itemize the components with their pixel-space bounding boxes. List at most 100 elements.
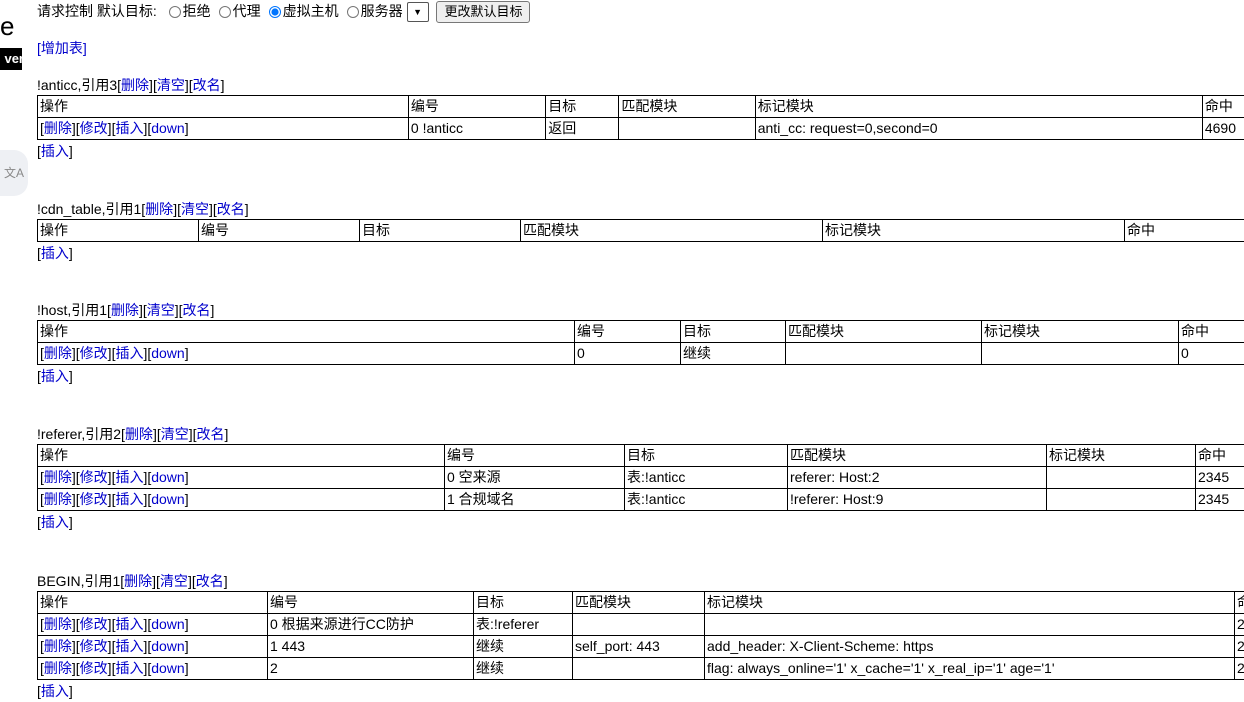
hits-cell: 4690: [1202, 118, 1244, 140]
column-header: 操作: [40, 323, 68, 339]
number-cell: 0 空来源: [445, 467, 625, 489]
delete-rule-link[interactable]: 删除: [44, 469, 72, 485]
column-header: 命中: [1181, 323, 1209, 339]
delete-table-link[interactable]: 删除: [111, 302, 139, 318]
header-cell: 标记模块: [755, 96, 1202, 118]
delete-table-link[interactable]: 删除: [125, 426, 153, 442]
table-ref-count: ,引用1: [102, 201, 142, 217]
target-radio-1[interactable]: [219, 6, 231, 18]
delete-rule-link[interactable]: 删除: [44, 491, 72, 507]
delete-rule-link[interactable]: 删除: [44, 638, 72, 654]
table-row: [删除][修改][插入][down]0 根据来源进行CC防护表:!referer…: [38, 614, 1244, 636]
delete-table-link[interactable]: 删除: [121, 77, 149, 93]
target-radio-2[interactable]: [269, 6, 281, 18]
rename-table-link[interactable]: 改名: [183, 302, 211, 318]
rule-hits: 2345: [1198, 469, 1229, 485]
rename-table-link[interactable]: 改名: [197, 426, 225, 442]
insert-rule-link[interactable]: 插入: [115, 469, 143, 485]
move-down-link[interactable]: down: [151, 491, 184, 507]
rule-match: !referer: Host:9: [790, 491, 883, 507]
translate-icon[interactable]: 文A: [0, 150, 28, 196]
header-cell: 目标: [474, 592, 573, 614]
insert-rule-link[interactable]: 插入: [41, 245, 69, 261]
delete-table-link[interactable]: 删除: [145, 201, 173, 217]
table-ref-count: ,引用1: [67, 302, 107, 318]
insert-rule-link[interactable]: 插入: [115, 491, 143, 507]
delete-rule-link[interactable]: 删除: [44, 616, 72, 632]
insert-rule-link[interactable]: 插入: [115, 638, 143, 654]
table-name: BEGIN: [37, 573, 81, 589]
rule-target: 继续: [476, 660, 504, 676]
rule-mark: flag: always_online='1' x_cache='1' x_re…: [707, 660, 1055, 676]
header-cell: 操作: [38, 445, 445, 467]
delete-rule-link[interactable]: 删除: [44, 660, 72, 676]
insert-rule-link[interactable]: 插入: [115, 345, 143, 361]
number-cell: 0 !anticc: [408, 118, 545, 140]
insert-rule-link[interactable]: 插入: [41, 514, 69, 530]
table-row: [删除][修改][插入][down]2继续flag: always_online…: [38, 658, 1244, 680]
clear-table-link[interactable]: 清空: [161, 426, 189, 442]
clear-table-link[interactable]: 清空: [147, 302, 175, 318]
column-header: 操作: [40, 98, 68, 114]
modify-rule-link[interactable]: 修改: [80, 345, 108, 361]
clear-table-link[interactable]: 清空: [160, 573, 188, 589]
page-label: 请求控制: [37, 3, 93, 19]
target-radio-3[interactable]: [347, 6, 359, 18]
rule-table-section: !host,引用1[删除][清空][改名]操作编号目标匹配模块标记模块命中[删除…: [37, 300, 1244, 387]
header-cell: 目标: [360, 220, 521, 242]
rule-table-section: !anticc,引用3[删除][清空][改名]操作编号目标匹配模块标记模块命中[…: [37, 75, 1244, 162]
insert-rule-link[interactable]: 插入: [115, 660, 143, 676]
clear-table-link[interactable]: 清空: [157, 77, 185, 93]
modify-rule-link[interactable]: 修改: [80, 469, 108, 485]
insert-rule-link[interactable]: 插入: [41, 368, 69, 384]
clear-table-link[interactable]: 清空: [181, 201, 209, 217]
target-cell: 表:!referer: [474, 614, 573, 636]
move-down-link[interactable]: down: [151, 345, 184, 361]
table-title: !referer,引用2[删除][清空][改名]: [37, 424, 1244, 444]
server-select[interactable]: ▼: [407, 2, 429, 22]
rule-number: 1 443: [270, 638, 305, 654]
delete-rule-link[interactable]: 删除: [44, 345, 72, 361]
target-option-0[interactable]: 拒绝: [161, 3, 211, 19]
table-row: [删除][修改][插入][down]1 合规域名表:!anticc!refere…: [38, 489, 1244, 511]
move-down-link[interactable]: down: [151, 638, 184, 654]
insert-rule-link[interactable]: 插入: [41, 143, 69, 159]
target-radio-0[interactable]: [169, 6, 181, 18]
modify-rule-link[interactable]: 修改: [80, 638, 108, 654]
hits-cell: 23: [1235, 614, 1244, 636]
actions-cell: [删除][修改][插入][down]: [38, 636, 268, 658]
modify-rule-link[interactable]: 修改: [80, 616, 108, 632]
rule-table: 操作编号目标匹配模块标记模块命中[删除][修改][插入][down]0 !ant…: [37, 95, 1244, 140]
actions-cell: [删除][修改][插入][down]: [38, 489, 445, 511]
number-cell: 2: [268, 658, 474, 680]
target-option-2[interactable]: 虚拟主机: [261, 3, 339, 19]
move-down-link[interactable]: down: [151, 616, 184, 632]
rule-mark: add_header: X-Client-Scheme: https: [707, 638, 933, 654]
delete-table-link[interactable]: 删除: [124, 573, 152, 589]
move-down-link[interactable]: down: [151, 120, 184, 136]
modify-rule-link[interactable]: 修改: [80, 660, 108, 676]
move-down-link[interactable]: down: [151, 660, 184, 676]
insert-rule-link[interactable]: 插入: [115, 616, 143, 632]
table-name: !cdn_table: [37, 201, 102, 217]
header-cell: 匹配模块: [573, 592, 705, 614]
add-table-link[interactable]: [增加表]: [37, 38, 87, 58]
delete-rule-link[interactable]: 删除: [44, 120, 72, 136]
rule-number: 1 合规域名: [447, 491, 515, 507]
rule-match: self_port: 443: [575, 638, 660, 654]
column-header: 目标: [683, 323, 711, 339]
rename-table-link[interactable]: 改名: [193, 77, 221, 93]
modify-rule-link[interactable]: 修改: [80, 491, 108, 507]
column-header: 匹配模块: [575, 594, 631, 610]
insert-rule-link[interactable]: 插入: [115, 120, 143, 136]
rename-table-link[interactable]: 改名: [196, 573, 224, 589]
main-content: 请求控制 默认目标: 拒绝代理虚拟主机服务器 ▼ 更改默认目标 [增加表] !a…: [37, 0, 1244, 22]
change-default-target-button[interactable]: 更改默认目标: [436, 1, 530, 23]
move-down-link[interactable]: down: [151, 469, 184, 485]
rename-table-link[interactable]: 改名: [217, 201, 245, 217]
number-cell: 1 443: [268, 636, 474, 658]
modify-rule-link[interactable]: 修改: [80, 120, 108, 136]
target-option-3[interactable]: 服务器: [339, 3, 403, 19]
insert-rule-link[interactable]: 插入: [41, 683, 69, 699]
target-option-1[interactable]: 代理: [211, 3, 261, 19]
